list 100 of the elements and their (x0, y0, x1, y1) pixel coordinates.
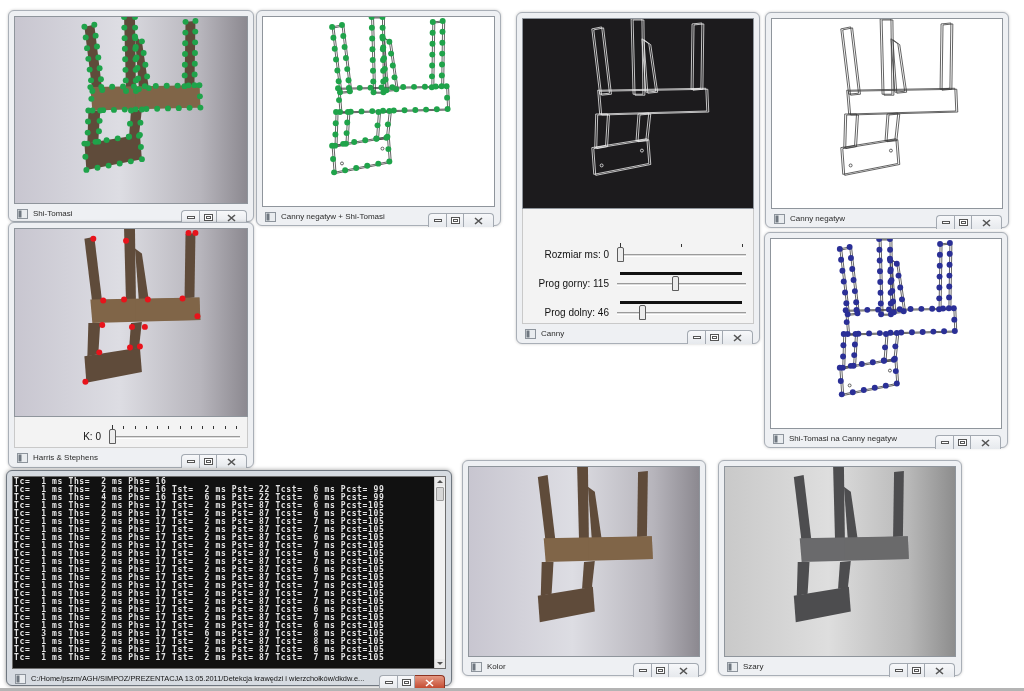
console-line: Tc= 1 ms Ths= 2 ms Phs= 16 (14, 478, 168, 486)
maximize-icon (911, 667, 921, 674)
maximize-icon (709, 334, 719, 341)
maximize-icon (203, 458, 213, 465)
console-line: Tc= 1 ms Ths= 2 ms Phs= 17 Tst= 2 ms Pst= 87 Tcst= 7 ms Pcst=105 (14, 526, 386, 534)
close-button[interactable] (669, 663, 699, 677)
close-icon (982, 218, 991, 227)
console-line: Tc= 1 ms Ths= 2 ms Phs= 17 Tst= 2 ms Pst= 87 Tcst= 8 ms Pcst=105 (14, 638, 386, 646)
minimize-icon (384, 681, 393, 684)
minimize-icon (941, 221, 950, 224)
maximize-button[interactable] (446, 213, 464, 227)
minimize-button[interactable] (935, 435, 953, 449)
maximize-icon (401, 679, 411, 686)
window-title: Canny negatyw (790, 213, 846, 224)
minimize-button[interactable] (633, 663, 651, 677)
window-icon (17, 452, 28, 463)
trackbar-label: K: 0 (82, 431, 102, 443)
window-title: Canny negatyw + Shi-Tomasi (281, 211, 385, 222)
slider-thumb[interactable] (671, 276, 679, 291)
window-title: Kolor (487, 661, 506, 672)
close-button[interactable] (971, 435, 1001, 449)
minimize-button[interactable] (889, 663, 907, 677)
console-line: Tc= 1 ms Ths= 2 ms Phs= 17 Tst= 2 ms Pst= 87 Tcst= 7 ms Pcst=105 (14, 518, 386, 526)
close-icon (981, 438, 990, 447)
maximize-icon (450, 217, 460, 224)
minimize-icon (186, 460, 195, 463)
console-line: Tc= 1 ms Ths= 2 ms Phs= 17 Tst= 2 ms Pst= 87 Tcst= 6 ms Pcst=105 (14, 510, 386, 518)
minimize-icon (433, 219, 442, 222)
window-icon (17, 208, 28, 219)
console-line: Tc= 1 ms Ths= 2 ms Phs= 17 Tst= 2 ms Pst= 87 Tcst= 7 ms Pcst=105 (14, 598, 386, 606)
window-title: Shi-Tomasi (33, 208, 73, 219)
down-arrow-icon (435, 659, 445, 668)
slider-thumb[interactable] (617, 247, 624, 262)
window-icon (471, 661, 482, 672)
console-line: Tc= 1 ms Ths= 2 ms Phs= 17 Tst= 2 ms Pst= 87 Tcst= 6 ms Pcst=105 (14, 566, 386, 574)
close-icon (227, 213, 236, 222)
console-line: Tc= 1 ms Ths= 2 ms Phs= 17 Tst= 2 ms Pst= 87 Tcst= 7 ms Pcst=105 (14, 542, 386, 550)
maximize-icon (957, 439, 967, 446)
minimize-button[interactable] (936, 215, 954, 229)
console-line: Tc= 1 ms Ths= 2 ms Phs= 17 Tst= 2 ms Pst= 87 Tcst= 6 ms Pcst=105 (14, 550, 386, 558)
minimize-button[interactable] (181, 454, 199, 468)
minimize-icon (940, 441, 949, 444)
window-icon (773, 433, 784, 444)
window-icon (525, 328, 536, 339)
close-icon (425, 678, 434, 687)
trackbar-label: Rozmiar ms: 0 (543, 249, 610, 261)
maximize-icon (655, 667, 665, 674)
console-line: Tc= 1 ms Ths= 4 ms Phs= 16 Tst= 6 ms Pst= 22 Tcst= 6 ms Pcst= 99 (14, 494, 386, 502)
window-icon (265, 211, 276, 222)
scrollbar[interactable] (434, 477, 445, 668)
close-button[interactable] (464, 213, 494, 227)
maximize-button[interactable] (954, 215, 972, 229)
minimize-button[interactable] (687, 330, 705, 344)
console-line: Tc= 1 ms Ths= 2 ms Phs= 17 Tst= 2 ms Pst= 87 Tcst= 7 ms Pcst=105 (14, 582, 386, 590)
window-icon (727, 661, 738, 672)
console-line: Tc= 1 ms Ths= 2 ms Phs= 17 Tst= 2 ms Pst= 87 Tcst= 6 ms Pcst=105 (14, 622, 386, 630)
maximize-button[interactable] (651, 663, 669, 677)
up-arrow-icon (435, 477, 445, 486)
close-icon (733, 333, 742, 342)
maximize-icon (958, 219, 968, 226)
minimize-icon (692, 336, 701, 339)
trackbar-label: Prog gorny: 115 (537, 278, 610, 290)
minimize-icon (894, 669, 903, 672)
close-button[interactable] (415, 675, 445, 689)
minimize-button[interactable] (428, 213, 446, 227)
minimize-button[interactable] (379, 675, 397, 689)
slider-thumb[interactable] (638, 305, 646, 320)
close-button[interactable] (217, 454, 247, 468)
maximize-button[interactable] (705, 330, 723, 344)
console-line: Tc= 3 ms Ths= 2 ms Phs= 17 Tst= 6 ms Pst= 87 Tcst= 8 ms Pcst=105 (14, 630, 386, 638)
window-title: Szary (743, 661, 764, 672)
close-button[interactable] (925, 663, 955, 677)
window-title: Harris & Stephens (33, 452, 98, 463)
minimize-icon (638, 669, 647, 672)
window-icon (774, 213, 785, 224)
window-title: Canny (541, 328, 565, 339)
window-title: Shi-Tomasi na Canny negatyw (789, 433, 898, 444)
maximize-icon (203, 214, 213, 221)
console-line: Tc= 1 ms Ths= 2 ms Phs= 17 Tst= 2 ms Pst= 87 Tcst= 7 ms Pcst=105 (14, 558, 386, 566)
close-button[interactable] (972, 215, 1002, 229)
maximize-button[interactable] (397, 675, 415, 689)
console-line: Tc= 1 ms Ths= 2 ms Phs= 17 Tst= 2 ms Pst= 87 Tcst= 6 ms Pcst=105 (14, 646, 386, 654)
maximize-button[interactable] (199, 454, 217, 468)
close-icon (227, 457, 236, 466)
console-line: Tc= 1 ms Ths= 2 ms Phs= 17 Tst= 2 ms Pst= 87 Tcst= 7 ms Pcst=105 (14, 574, 386, 582)
console-line: Tc= 1 ms Ths= 2 ms Phs= 17 Tst= 2 ms Pst= 87 Tcst= 7 ms Pcst=105 (14, 590, 386, 598)
console-line: Tc= 1 ms Ths= 2 ms Phs= 16 Tst= 2 ms Pst= 22 Tcst= 6 ms Pcst= 99 (14, 486, 386, 494)
console-line: Tc= 1 ms Ths= 2 ms Phs= 17 Tst= 2 ms Pst= 87 Tcst= 6 ms Pcst=105 (14, 606, 386, 614)
close-icon (679, 666, 688, 675)
console-line: Tc= 1 ms Ths= 2 ms Phs= 17 Tst= 2 ms Pst= 87 Tcst= 6 ms Pcst=105 (14, 502, 386, 510)
maximize-button[interactable] (953, 435, 971, 449)
console-line: Tc= 1 ms Ths= 2 ms Phs= 17 Tst= 2 ms Pst= 87 Tcst= 7 ms Pcst=105 (14, 614, 386, 622)
close-button[interactable] (723, 330, 753, 344)
maximize-button[interactable] (907, 663, 925, 677)
trackbar-label: Prog dolny: 46 (543, 307, 610, 319)
close-icon (935, 666, 944, 675)
console-line: Tc= 1 ms Ths= 2 ms Phs= 17 Tst= 2 ms Pst= 87 Tcst= 7 ms Pcst=105 (14, 654, 386, 662)
console-line: Tc= 1 ms Ths= 2 ms Phs= 17 Tst= 2 ms Pst= 87 Tcst= 6 ms Pcst=105 (14, 534, 386, 542)
scrollbar-thumb[interactable] (436, 487, 444, 501)
slider-thumb[interactable] (109, 429, 116, 444)
